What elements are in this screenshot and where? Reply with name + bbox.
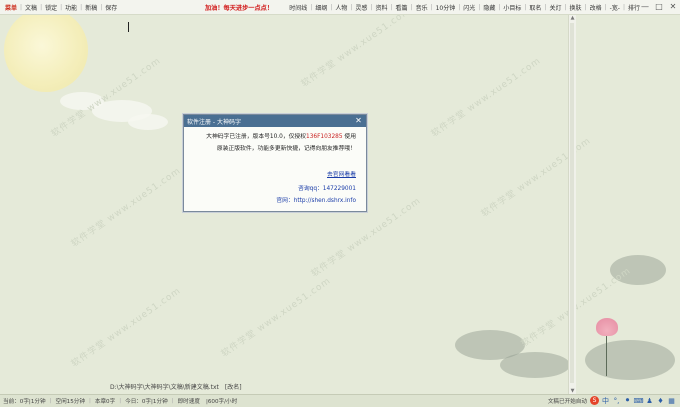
file-path: D:\大神码字\大神码字\文稿\新建文稿.txt: [110, 384, 219, 391]
close-button[interactable]: ✕: [668, 1, 678, 12]
register-dialog: 软件注册 - 大神码字 ✕ 大神码字已注册，版本号10.0，仅授权136F103…: [183, 114, 367, 212]
menu-manuscript[interactable]: 文稿: [23, 3, 39, 12]
right-menu-item[interactable]: 看篇: [394, 3, 410, 12]
right-menu-item[interactable]: 取名: [527, 3, 543, 12]
right-menu-item[interactable]: 隐藏: [481, 3, 497, 12]
status-speed-label: 即时速度: [177, 399, 200, 405]
right-menu-item[interactable]: 音乐: [414, 3, 430, 12]
left-menu: 菜单 | 文稿 | 锁定 | 功能 | 新稿 | 保存: [3, 3, 119, 12]
chinese-input-icon[interactable]: 中: [601, 396, 610, 405]
file-path-row: D:\大神码字\大神码字\文稿\新建文稿.txt [改名]: [110, 382, 242, 391]
tray-icons: S 中 °, ⏺ ⌨ ♟ ♦ ▦: [590, 396, 676, 405]
menu-new[interactable]: 新稿: [83, 3, 99, 12]
status-today: 今日：0字|1分钟: [125, 399, 168, 405]
status-chapter: 本章0字: [94, 399, 116, 405]
right-menu: 时间线 | 细纲 | 人物 | 灵感 | 资料 | 看篇 | 音乐 | 10分钟 | 闪光 | 隐藏 | 小目标 | 取名 |…: [287, 3, 640, 12]
right-menu-item[interactable]: 小目标: [501, 3, 523, 12]
status-current: 当前：0字|1分钟: [3, 399, 46, 405]
dialog-line-license: 大神码字已注册，版本号10.0，仅授权136F103285 使用: [206, 131, 356, 140]
punctuation-icon[interactable]: °,: [612, 396, 621, 405]
menu-functions[interactable]: 功能: [63, 3, 79, 12]
menu-save[interactable]: 保存: [103, 3, 119, 12]
menu-lock[interactable]: 锁定: [43, 3, 59, 12]
scroll-up-arrow-icon[interactable]: ▲: [569, 15, 576, 21]
right-menu-item[interactable]: 改格: [588, 3, 604, 12]
scrollbar-thumb[interactable]: [570, 23, 574, 383]
dialog-title: 软件注册 - 大神码字: [187, 118, 241, 126]
window-controls: — □ ✕: [640, 1, 678, 12]
license-code: 136F103285: [306, 134, 343, 140]
status-bar: 当前：0字|1分钟 | 空闲15分钟 | 本章0字 | 今日：0字|1分钟 | 即时速度…: [0, 394, 680, 407]
dialog-close-button[interactable]: ✕: [354, 116, 363, 125]
maximize-button[interactable]: □: [654, 1, 664, 12]
lotus-leaf-decoration: [585, 340, 675, 380]
mic-icon[interactable]: ⏺: [623, 396, 632, 405]
right-menu-item[interactable]: -宽-: [608, 3, 622, 12]
license-suffix: 使用: [342, 134, 356, 140]
status-speed-value: |600字/小时: [205, 399, 238, 405]
right-menu-item[interactable]: 换肤: [568, 3, 584, 12]
right-menu-item[interactable]: 人物: [333, 3, 349, 12]
vertical-scrollbar[interactable]: ▲ ▼: [568, 15, 576, 394]
menu-main[interactable]: 菜单: [3, 3, 19, 12]
status-right: 文稿已开始自动 S 中 °, ⏺ ⌨ ♟ ♦ ▦: [548, 396, 676, 405]
official-site-link[interactable]: 去官网看看: [327, 169, 356, 178]
status-idle: 空闲15分钟: [55, 399, 85, 405]
person-icon[interactable]: ♟: [645, 396, 654, 405]
rename-link[interactable]: [改名]: [225, 382, 242, 391]
text-caret: [128, 22, 129, 32]
right-menu-item[interactable]: 细纲: [313, 3, 329, 12]
right-menu-item[interactable]: 灵感: [353, 3, 369, 12]
right-menu-item[interactable]: 资料: [373, 3, 389, 12]
license-text: 大神码字已注册，版本号10.0，仅授权: [206, 134, 307, 140]
minimize-button[interactable]: —: [640, 1, 650, 12]
lotus-stem-decoration: [606, 336, 607, 376]
right-menu-item[interactable]: 时间线: [287, 3, 309, 12]
top-menu-bar: 菜单 | 文稿 | 锁定 | 功能 | 新稿 | 保存 加油！每天进步一点点！ 时间线 | 细…: [0, 0, 680, 15]
site-url: 官网：http://shen.dshrx.info: [276, 198, 356, 204]
right-menu-item[interactable]: 闪光: [461, 3, 477, 12]
dialog-titlebar[interactable]: 软件注册 - 大神码字 ✕: [184, 115, 366, 127]
dialog-line-promo: 原装正版软件，功能多更新快捷，记得向朋友推荐哦！: [216, 146, 356, 152]
grid-icon[interactable]: ▦: [667, 396, 676, 405]
right-menu-item[interactable]: 10分钟: [434, 3, 458, 12]
lotus-flower-decoration: [596, 318, 618, 336]
slogan: 加油！每天进步一点点！: [205, 5, 274, 12]
keyboard-icon[interactable]: ⌨: [633, 396, 643, 405]
right-menu-item[interactable]: 关灯: [547, 3, 563, 12]
shirt-icon[interactable]: ♦: [656, 396, 665, 405]
ime-s-icon[interactable]: S: [590, 396, 599, 405]
qq-contact: 咨询qq：147229001: [298, 186, 356, 192]
autosave-status: 文稿已开始自动: [547, 398, 587, 405]
